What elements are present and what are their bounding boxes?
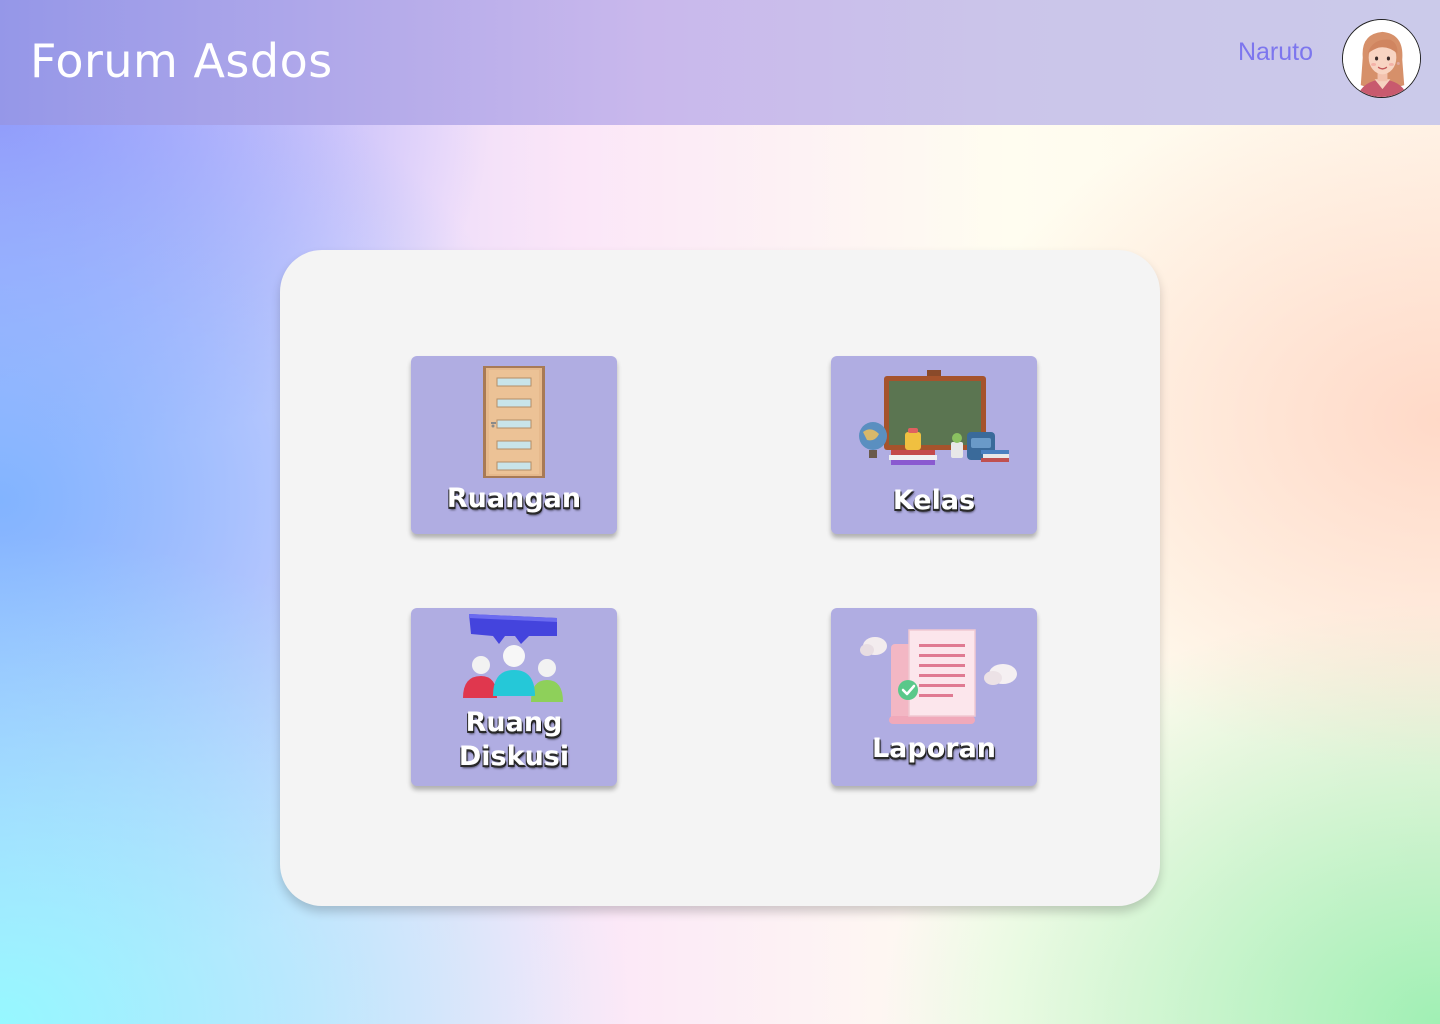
menu-tile-ruang-diskusi[interactable]: Ruang Diskusi — [411, 608, 617, 786]
menu-label-kelas: Kelas — [892, 485, 976, 516]
door-icon — [483, 366, 545, 478]
menu-tile-ruangan[interactable]: Ruangan — [411, 356, 617, 534]
menu-tile-laporan[interactable]: Laporan — [831, 608, 1037, 786]
classroom-blackboard-icon — [859, 370, 1009, 465]
top-header: Forum Asdos Naruto — [0, 0, 1440, 125]
menu-label-ruangan: Ruangan — [446, 483, 582, 514]
app-title: Forum Asdos — [30, 34, 333, 88]
user-avatar[interactable] — [1342, 19, 1421, 98]
menu-label-ruang-diskusi: Ruang Diskusi — [458, 707, 570, 772]
menu-tile-kelas[interactable]: Kelas — [831, 356, 1037, 534]
avatar-icon — [1343, 20, 1420, 97]
menu-card: Ruangan Kelas Ruang Diskusi Laporan — [280, 250, 1160, 906]
user-name-link[interactable]: Naruto — [1238, 38, 1313, 67]
report-document-icon — [860, 629, 1017, 724]
menu-label-laporan: Laporan — [871, 733, 997, 764]
